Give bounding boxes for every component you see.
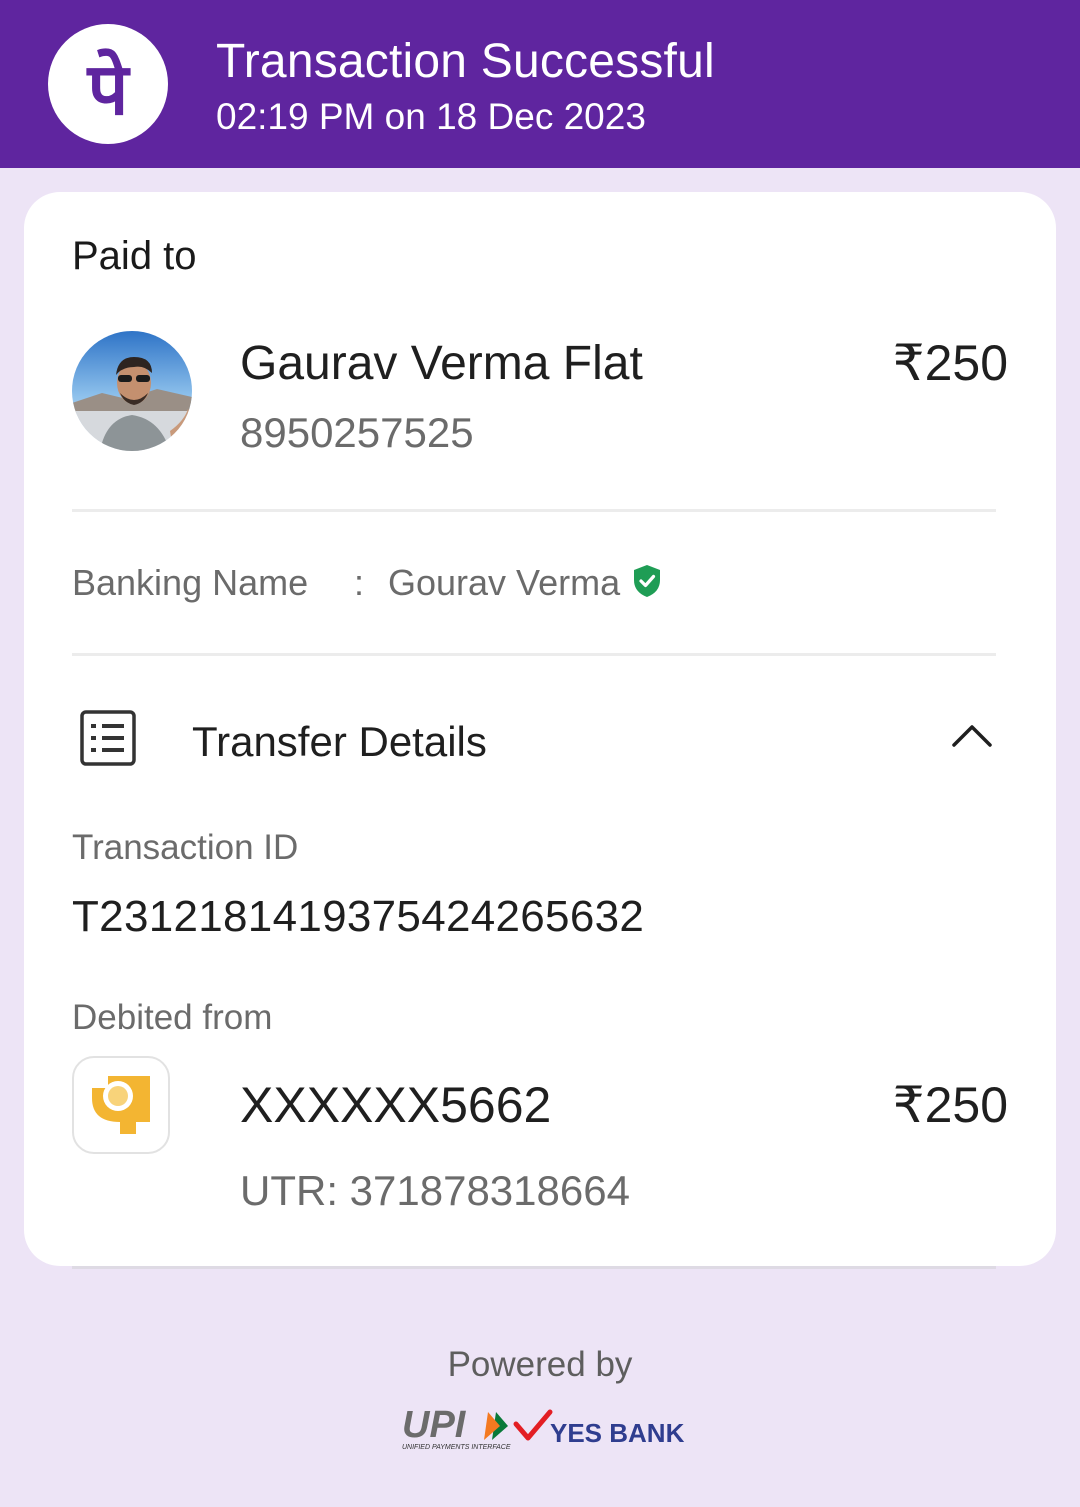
bank-logo-icon bbox=[72, 1056, 170, 1154]
divider bbox=[72, 509, 996, 512]
banking-name-label: Banking Name bbox=[72, 562, 309, 603]
upi-logo: UPI UNIFIED PAYMENTS INTERFACE bbox=[402, 1404, 511, 1451]
verified-shield-icon bbox=[632, 564, 662, 603]
powered-by-label: Powered by bbox=[447, 1345, 633, 1384]
transaction-id-value[interactable]: T2312181419375424265632 bbox=[72, 892, 644, 942]
list-icon bbox=[80, 710, 136, 771]
payee-name: Gaurav Verma Flat bbox=[240, 337, 643, 390]
transaction-id-label: Transaction ID bbox=[72, 828, 299, 867]
transfer-details-title[interactable]: Transfer Details bbox=[192, 718, 487, 766]
svg-text:UPI: UPI bbox=[402, 1404, 467, 1446]
debited-amount: ₹250 bbox=[892, 1077, 1008, 1133]
yes-bank-logo: YES BANK bbox=[513, 1409, 685, 1448]
card-bottom-edge bbox=[72, 1266, 996, 1269]
phonepe-logo: पे bbox=[48, 24, 168, 144]
header-bar: पे Transaction Successful 02:19 PM on 18… bbox=[0, 0, 1080, 168]
avatar bbox=[72, 331, 192, 451]
divider bbox=[72, 653, 996, 656]
paid-to-label: Paid to bbox=[72, 234, 197, 278]
banking-name-value: Gourav Verma bbox=[388, 562, 621, 603]
transaction-timestamp: 02:19 PM on 18 Dec 2023 bbox=[216, 96, 646, 137]
payee-phone: 8950257525 bbox=[240, 409, 474, 456]
debit-account-number: XXXXXX5662 bbox=[240, 1077, 552, 1133]
chevron-up-icon[interactable] bbox=[950, 720, 994, 755]
svg-text:UNIFIED PAYMENTS INTERFACE: UNIFIED PAYMENTS INTERFACE bbox=[402, 1444, 511, 1451]
utr-number[interactable]: UTR: 371878318664 bbox=[240, 1167, 630, 1215]
svg-text:YES BANK: YES BANK bbox=[550, 1418, 685, 1448]
transaction-card: Paid to Gaurav Verma Flat 8950257525 ₹25… bbox=[24, 192, 1056, 1266]
paid-amount: ₹250 bbox=[892, 335, 1008, 391]
status-title: Transaction Successful bbox=[216, 35, 715, 88]
svg-text:पे: पे bbox=[86, 47, 132, 131]
banking-name-separator: : bbox=[354, 562, 365, 603]
debited-from-label: Debited from bbox=[72, 998, 273, 1037]
partner-logos: UPI UNIFIED PAYMENTS INTERFACE YES BANK bbox=[400, 1404, 690, 1457]
